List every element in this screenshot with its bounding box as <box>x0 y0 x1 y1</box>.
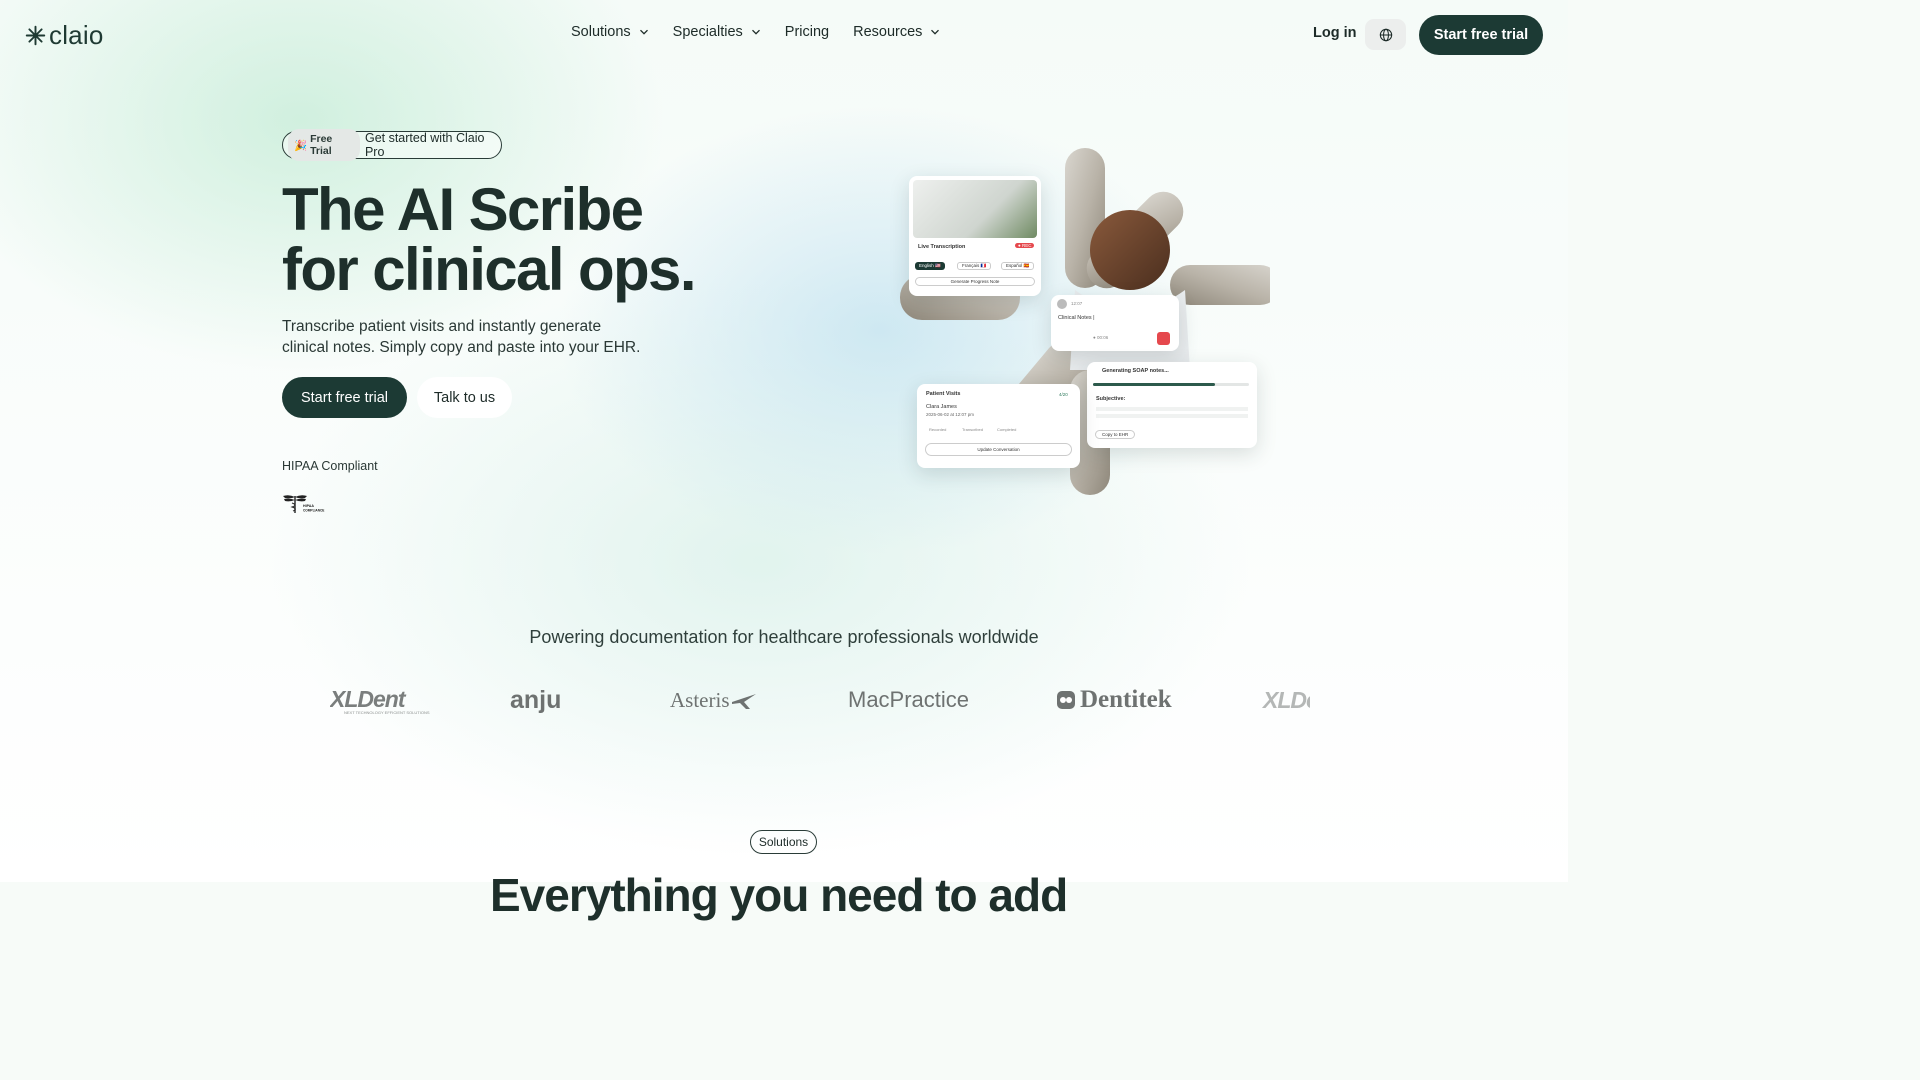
chevron-down-icon <box>931 29 940 35</box>
status-transcribed: Transcribed <box>962 427 983 432</box>
anju-logo-text: anju <box>510 685 562 714</box>
hipaa-compliance-logo: HIPAA COMPLIANCE <box>283 495 324 513</box>
svg-text:HIPAA: HIPAA <box>303 504 314 508</box>
xldent-logo-repeat-text: XLDent <box>1263 686 1310 713</box>
nav-solutions-label: Solutions <box>571 24 631 40</box>
macpractice-logo-text: MacPractice <box>848 687 970 712</box>
nav-resources-label: Resources <box>853 24 923 40</box>
visit-datetime: 2025-06-02 at 12:07 pm <box>926 412 975 417</box>
hero-subtitle-line-2: clinical notes. Simply copy and paste in… <box>282 338 641 356</box>
asteris-logo: Asteris <box>670 680 758 720</box>
partner-logo-strip: XLDent NEXT TECHNOLOGY EFFICIENT SOLUTIO… <box>330 680 1310 720</box>
free-trial-pill-label: Free Trial <box>310 133 333 157</box>
xldent-tagline: NEXT TECHNOLOGY EFFICIENT SOLUTIONS <box>344 709 430 715</box>
clinical-notes-card: 12:07 Clinical Notes | ● 00:06 <box>1051 295 1179 351</box>
live-transcription-title: Live Transcription <box>918 244 966 250</box>
xldent-logo: XLDent NEXT TECHNOLOGY EFFICIENT SOLUTIO… <box>330 680 430 720</box>
patient-name: Clara James <box>926 404 957 410</box>
hero-illustration: Live Transcription ● REC English 🇺🇸 Fran… <box>900 140 1270 510</box>
nav-specialties[interactable]: Specialties <box>673 24 761 40</box>
chevron-down-icon <box>639 29 648 35</box>
avatar <box>1057 299 1067 309</box>
language-button[interactable] <box>1365 19 1406 50</box>
patient-visits-title: Patient Visits <box>926 391 961 397</box>
lang-french-chip[interactable]: Français 🇫🇷 <box>957 262 992 270</box>
record-stop-icon[interactable] <box>1157 332 1170 345</box>
soap-notes-card: Generating SOAP notes... Subjective: Cop… <box>1087 362 1257 448</box>
hero-background <box>0 0 1568 882</box>
nav-resources[interactable]: Resources <box>853 24 940 40</box>
start-free-trial-button[interactable]: Start free trial <box>282 377 407 418</box>
clinic-photo <box>913 180 1037 238</box>
plane-icon <box>731 694 756 709</box>
dentitek-mark-icon <box>1057 691 1075 709</box>
nav-pricing[interactable]: Pricing <box>785 24 829 40</box>
hero-subtitle: Transcribe patient visits and instantly … <box>282 317 662 358</box>
recording-timer: ● 00:06 <box>1093 335 1109 340</box>
lang-spanish-chip[interactable]: Español 🇪🇸 <box>1001 262 1035 270</box>
hero-subtitle-line-1: Transcribe patient visits and instantly … <box>282 318 602 335</box>
globe-icon <box>1379 28 1392 41</box>
start-free-trial-nav-button[interactable]: Start free trial <box>1419 15 1543 55</box>
soap-skeleton-lines <box>1096 407 1248 419</box>
solutions-section-tag: Solutions <box>750 830 817 854</box>
visits-count-badge: 4/20 <box>1059 392 1068 397</box>
dentitek-logo-text: Dentitek <box>1080 686 1172 713</box>
main-menu: Solutions Specialties Pricing Resources <box>571 24 940 40</box>
soap-progress-bar <box>1093 383 1249 386</box>
solutions-section-heading: Everything you need to add <box>490 869 1068 921</box>
asterisk-logo-icon <box>25 25 46 46</box>
brand-name: claio <box>49 20 104 50</box>
patient-visits-card: Patient Visits 4/20 Clara James 2025-06-… <box>917 384 1080 468</box>
svg-text:COMPLIANCE: COMPLIANCE <box>303 509 324 513</box>
generate-progress-note-button[interactable]: Generate Progress Note <box>915 277 1035 286</box>
badge-text: Get started with Claio Pro <box>364 131 485 159</box>
macpractice-logo: MacPractice <box>848 680 969 720</box>
hero-title-line-2: for clinical ops. <box>282 236 697 303</box>
asteris-logo-text: Asteris <box>670 687 730 712</box>
dentitek-logo: Dentitek <box>1056 680 1172 720</box>
generating-soap-title: Generating SOAP notes... <box>1102 368 1169 374</box>
xldent-logo-repeat: XLDent <box>1263 680 1310 720</box>
status-completed: Completed <box>997 427 1017 432</box>
talk-to-us-button[interactable]: Talk to us <box>417 377 512 418</box>
xldent-logo-text: XLDent <box>330 685 405 712</box>
subjective-label: Subjective: <box>1096 396 1126 402</box>
nav-specialties-label: Specialties <box>672 24 743 40</box>
clinical-notes-label: Clinical Notes | <box>1058 315 1095 321</box>
partners-heading: Powering documentation for healthcare pr… <box>529 627 1039 647</box>
top-navigation: claio Solutions Specialties Pricing Reso… <box>0 0 1568 70</box>
hipaa-compliant-label: HIPAA Compliant <box>282 459 378 473</box>
hero-title-line-1: The AI Scribe <box>282 176 644 243</box>
rec-badge: ● REC <box>1015 243 1035 248</box>
chevron-down-icon <box>751 29 760 35</box>
login-link[interactable]: Log in <box>1313 25 1357 41</box>
lang-english-chip[interactable]: English 🇺🇸 <box>915 262 945 270</box>
status-recorded: Recorded <box>929 427 947 432</box>
nav-pricing-label: Pricing <box>784 24 830 40</box>
hero-title: The AI Scribe for clinical ops. <box>282 176 697 303</box>
nav-solutions[interactable]: Solutions <box>571 24 649 40</box>
notes-time: 12:07 <box>1071 301 1083 306</box>
soap-progress-fill <box>1093 383 1215 386</box>
anju-logo: anju <box>510 680 561 720</box>
live-transcription-card: Live Transcription ● REC English 🇺🇸 Fran… <box>909 176 1041 296</box>
party-icon: 🎉 <box>294 139 308 152</box>
update-conversation-button[interactable]: Update Conversation <box>925 443 1072 456</box>
free-trial-pill: 🎉 Free Trial <box>288 129 360 161</box>
brand-logo[interactable]: claio <box>25 20 103 51</box>
copy-to-ehr-button[interactable]: Copy to EHR <box>1095 430 1136 439</box>
free-trial-badge[interactable]: 🎉 Free Trial Get started with Claio Pro <box>282 129 502 161</box>
